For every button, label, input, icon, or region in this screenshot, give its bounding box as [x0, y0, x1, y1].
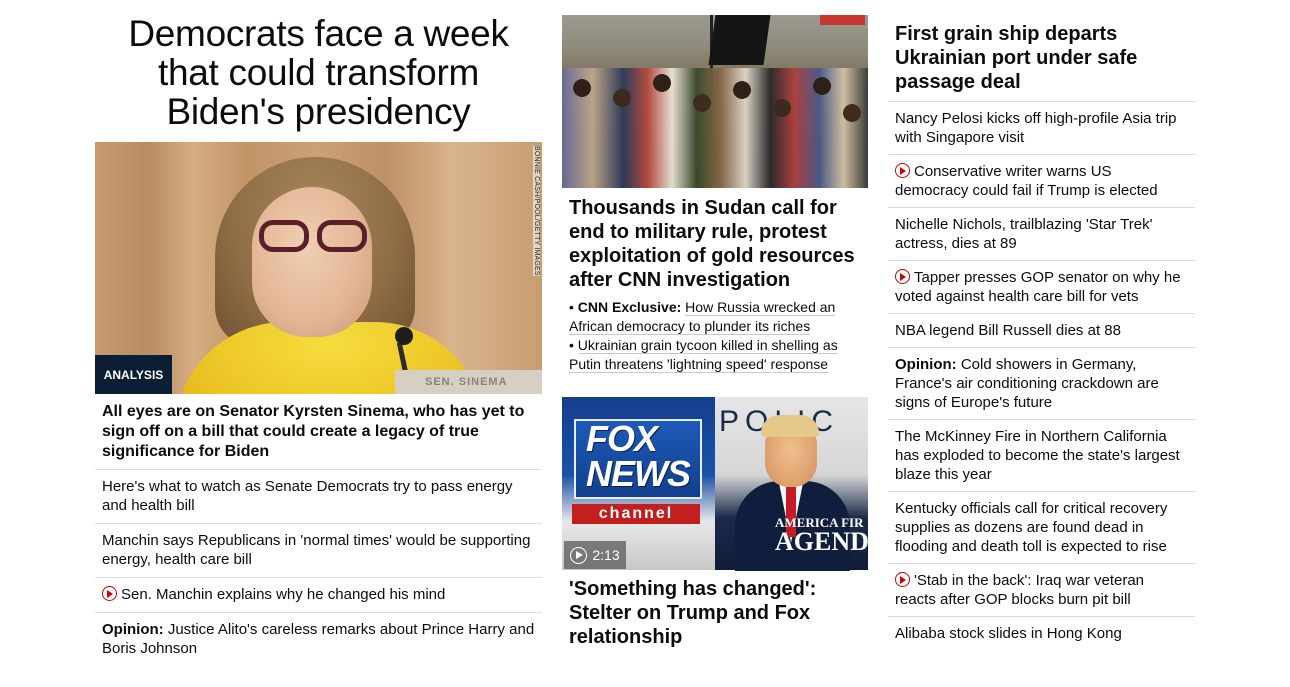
play-circle-icon — [895, 269, 910, 284]
trump-panel: POLIC AMERICA FIR AGEND — [715, 397, 869, 571]
photo-face — [252, 187, 372, 337]
sudan-protest-photo[interactable] — [562, 15, 868, 188]
right-column: First grain ship departs Ukrainian port … — [888, 0, 1195, 650]
related-link[interactable]: • Ukrainian grain tycoon killed in shell… — [569, 336, 861, 374]
podium-sign-line2: AGEND — [775, 527, 869, 556]
video-story-link[interactable]: Conservative writer warns US democracy c… — [888, 155, 1195, 208]
photo-crowd — [562, 68, 868, 188]
story-link[interactable]: Manchin says Republicans in 'normal time… — [95, 524, 542, 578]
left-story-list: Here's what to watch as Senate Democrats… — [95, 470, 542, 666]
opinion-label: Opinion: — [102, 621, 164, 638]
photo-flag — [708, 15, 771, 65]
opinion-story-link[interactable]: Opinion: Cold showers in Germany, France… — [888, 348, 1195, 420]
fox-logo-text: FOX NEWS — [586, 418, 715, 494]
photo-glasses — [257, 220, 373, 254]
story-link[interactable]: NBA legend Bill Russell dies at 88 — [888, 314, 1195, 348]
video-duration: 2:13 — [592, 547, 620, 563]
story-link[interactable]: Kentucky officials call for critical rec… — [888, 492, 1195, 564]
exclusive-label: CNN Exclusive: — [577, 299, 682, 315]
story-text: The McKinney Fire in Northern California… — [895, 428, 1180, 483]
related-link-text: Ukrainian grain tycoon killed in shellin… — [569, 337, 838, 373]
video-story-link[interactable]: Sen. Manchin explains why he changed his… — [95, 578, 542, 613]
analysis-badge: ANALYSIS — [95, 355, 172, 394]
podium-sign: AMERICA FIR AGEND — [775, 515, 869, 556]
sudan-headline[interactable]: Thousands in Sudan call for end to milit… — [562, 188, 868, 292]
related-link[interactable]: • CNN Exclusive: How Russia wrecked an A… — [569, 298, 861, 336]
nameplate: SEN. SINEMA — [395, 370, 542, 394]
sinema-photo[interactable]: SEN. SINEMA BONNIE CASH/POOL/GETTY IMAGE… — [95, 142, 542, 394]
left-column: Democrats face a week that could transfo… — [95, 0, 542, 666]
story-text: Manchin says Republicans in 'normal time… — [102, 532, 531, 568]
story-text: Conservative writer warns US democracy c… — [895, 163, 1158, 199]
story-link[interactable]: Nancy Pelosi kicks off high-profile Asia… — [888, 102, 1195, 155]
bullet-marker: • — [569, 337, 574, 353]
related-links: • CNN Exclusive: How Russia wrecked an A… — [562, 292, 868, 374]
fox-channel-label: channel — [572, 504, 700, 524]
story-text: Here's what to watch as Senate Democrats… — [102, 478, 513, 514]
right-story-list: Nancy Pelosi kicks off high-profile Asia… — [888, 102, 1195, 650]
play-circle-icon — [570, 546, 588, 564]
grain-ship-headline[interactable]: First grain ship departs Ukrainian port … — [888, 0, 1195, 102]
opinion-label: Opinion: — [895, 356, 957, 373]
photo-credit: BONNIE CASH/POOL/GETTY IMAGES — [533, 146, 540, 276]
story-text: Tapper presses GOP senator on why he vot… — [895, 269, 1181, 305]
microphone — [395, 327, 413, 345]
video-thumbnail[interactable]: FOX NEWS channel POLIC AMERICA FIR AGEND… — [562, 397, 869, 571]
story-link[interactable]: The McKinney Fire in Northern California… — [888, 420, 1195, 492]
story-text: NBA legend Bill Russell dies at 88 — [895, 322, 1121, 339]
photo-sign — [820, 15, 865, 25]
story-text: 'Stab in the back': Iraq war veteran rea… — [895, 572, 1145, 608]
story-text: Nancy Pelosi kicks off high-profile Asia… — [895, 110, 1177, 146]
video-story-link[interactable]: Tapper presses GOP senator on why he vot… — [888, 261, 1195, 314]
story-text: Alibaba stock slides in Hong Kong — [895, 625, 1122, 642]
opinion-story-link[interactable]: Opinion: Justice Alito's careless remark… — [95, 613, 542, 666]
story-text: Sen. Manchin explains why he changed his… — [121, 586, 446, 603]
fox-logo-label: FOX NEWS — [586, 418, 691, 494]
video-story-link[interactable]: 'Stab in the back': Iraq war veteran rea… — [888, 564, 1195, 617]
photo-hair — [761, 415, 819, 437]
story-link[interactable]: Here's what to watch as Senate Democrats… — [95, 470, 542, 524]
video-duration-badge: 2:13 — [564, 541, 626, 569]
video-headline[interactable]: 'Something has changed': Stelter on Trum… — [562, 570, 868, 649]
story-link[interactable]: Nichelle Nichols, trailblazing 'Star Tre… — [888, 208, 1195, 261]
play-circle-icon — [895, 163, 910, 178]
story-text: Justice Alito's careless remarks about P… — [102, 621, 535, 657]
story-link[interactable]: Alibaba stock slides in Hong Kong — [888, 617, 1195, 650]
middle-column: Thousands in Sudan call for end to milit… — [562, 0, 869, 649]
play-circle-icon — [895, 572, 910, 587]
story-text: Nichelle Nichols, trailblazing 'Star Tre… — [895, 216, 1153, 252]
story-text: Kentucky officials call for critical rec… — [895, 500, 1168, 555]
main-headline[interactable]: Democrats face a week that could transfo… — [95, 0, 542, 142]
lead-story-link[interactable]: All eyes are on Senator Kyrsten Sinema, … — [95, 394, 542, 470]
bullet-marker: • — [569, 299, 574, 315]
play-circle-icon — [102, 586, 117, 601]
